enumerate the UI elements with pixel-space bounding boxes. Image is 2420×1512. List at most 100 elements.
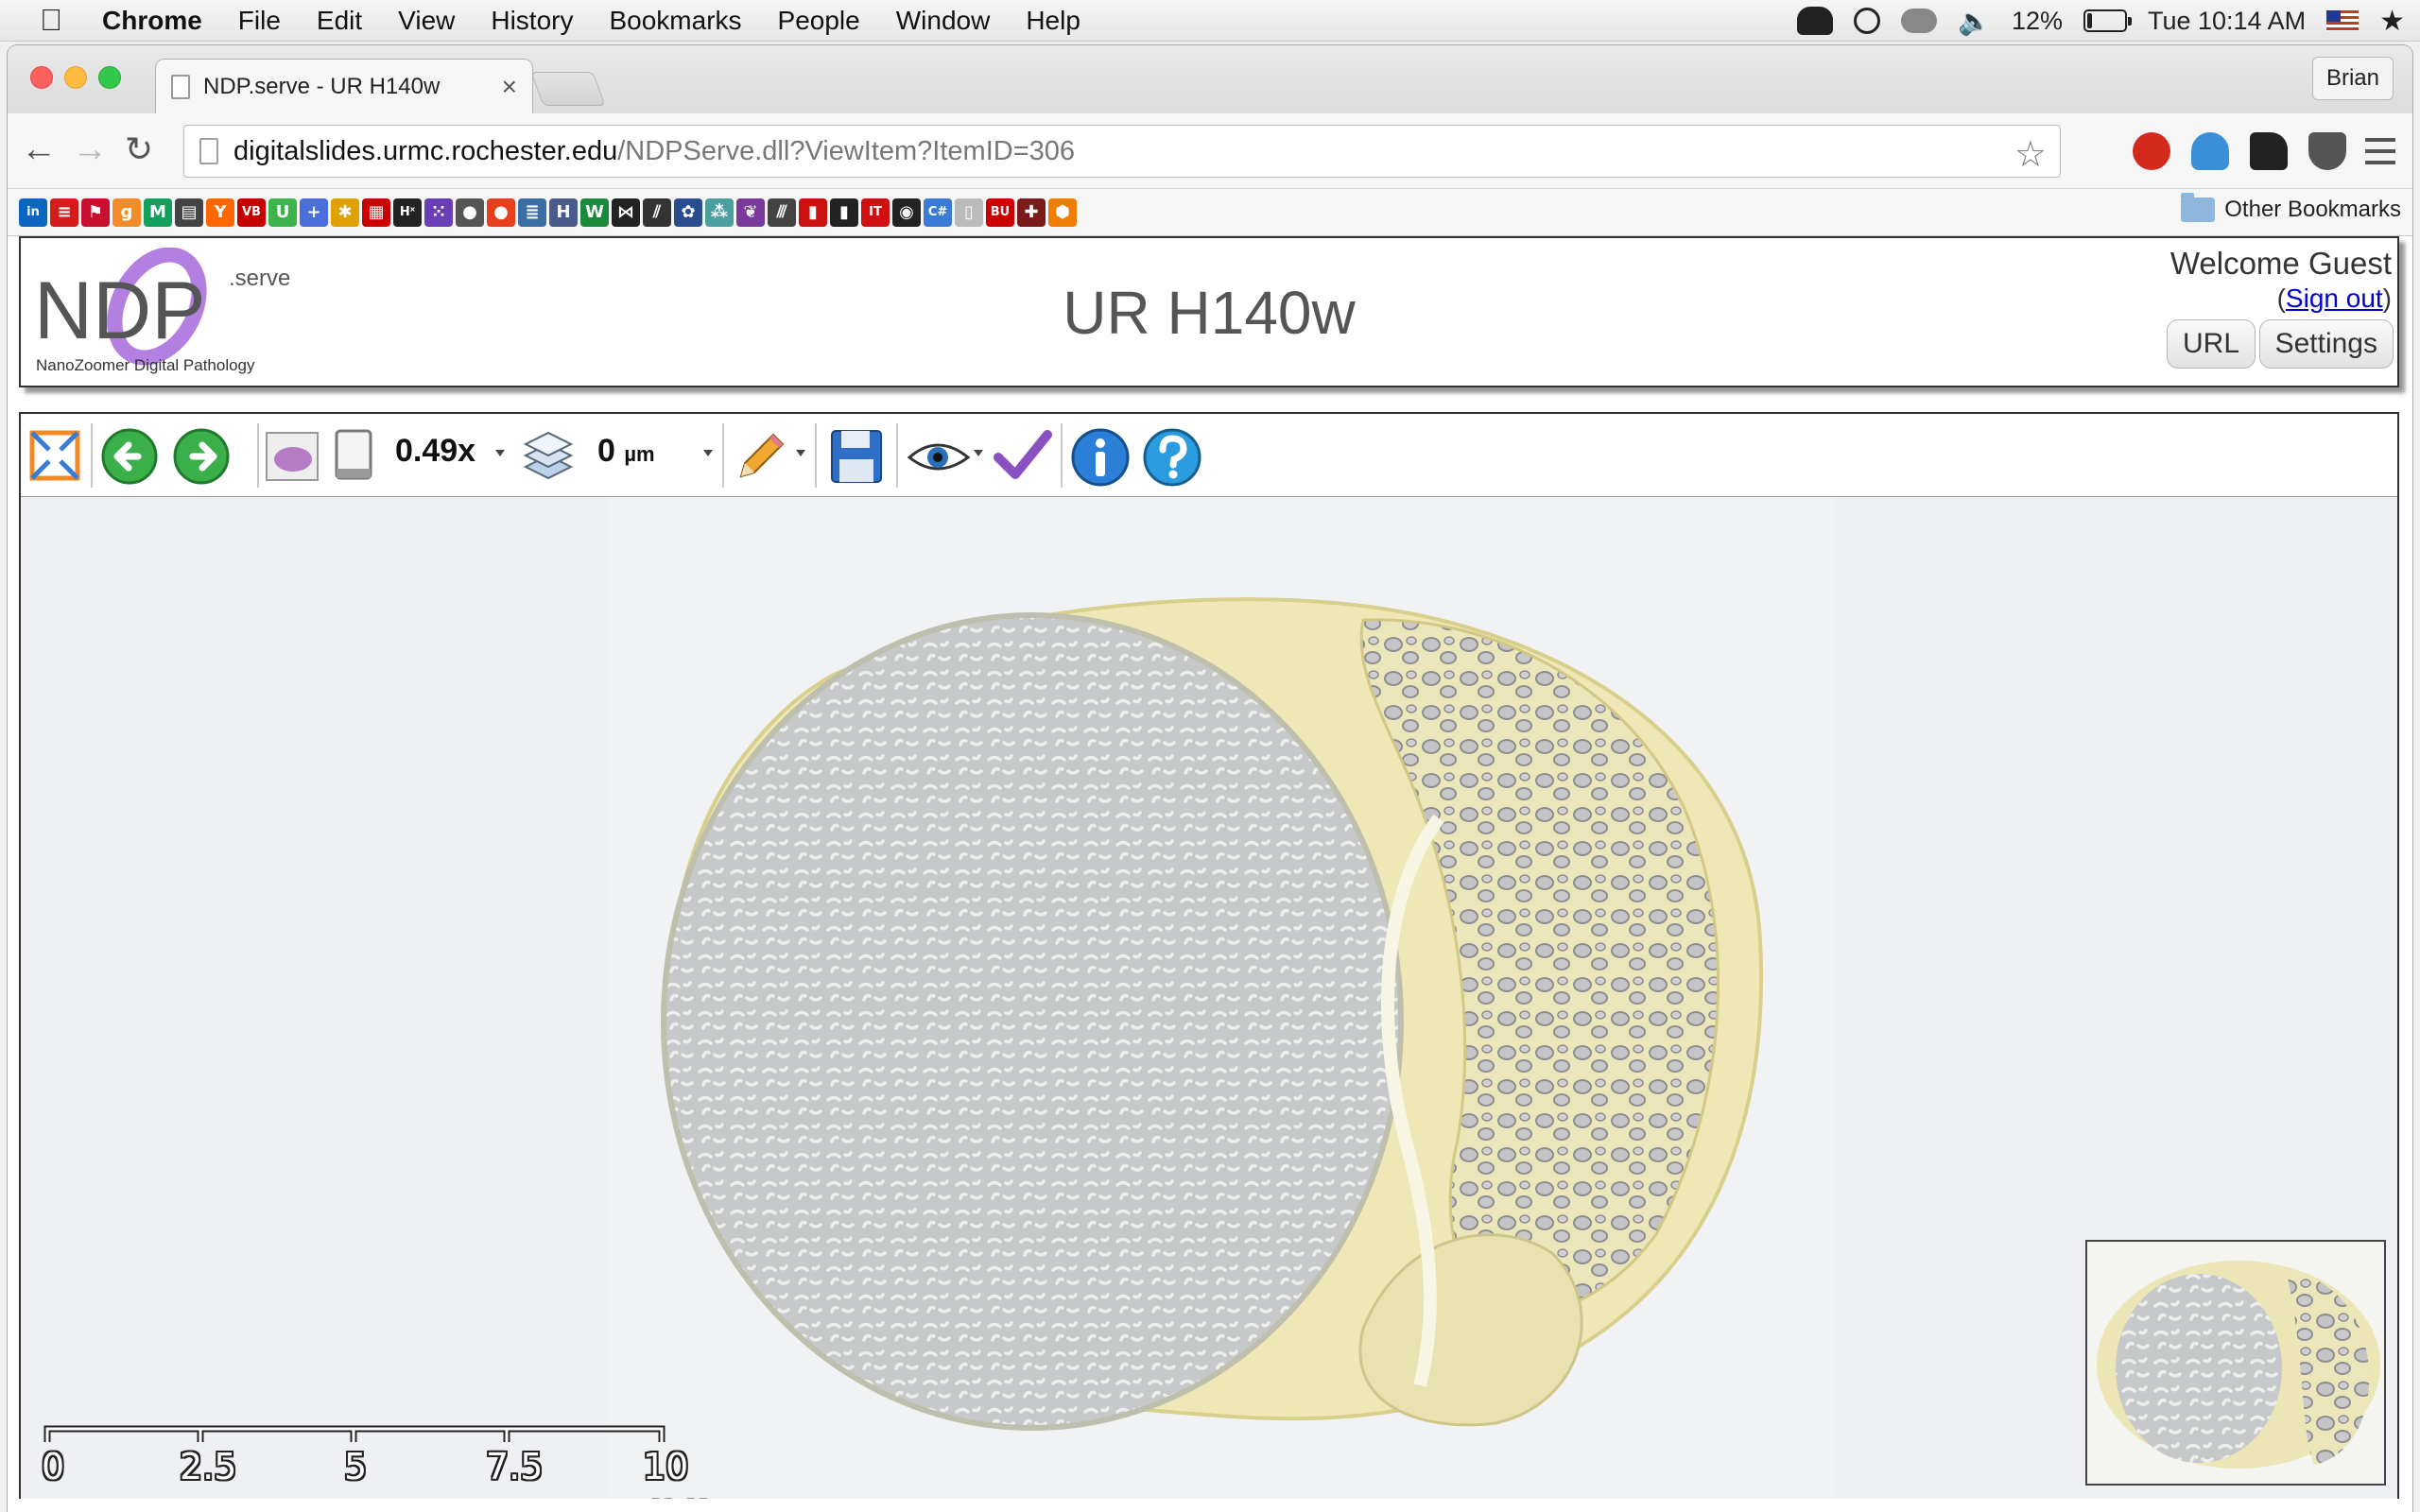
focus-depth[interactable]: 0 µm (597, 433, 655, 470)
bookmark-globe-icon[interactable]: ◉ (892, 198, 921, 227)
focus-depth-value: 0 (597, 433, 615, 469)
focus-dropdown-icon[interactable] (703, 450, 713, 456)
adblock-stop-icon[interactable] (2133, 132, 2170, 170)
bookmark-bars-red-icon[interactable]: ▮ (799, 198, 827, 227)
bookmark-bowtie-icon[interactable]: ⋈ (612, 198, 640, 227)
clock[interactable]: Tue 10:14 AM (2148, 7, 2306, 36)
window-zoom-button[interactable] (98, 66, 121, 89)
horse-extension-icon[interactable] (2250, 132, 2288, 170)
bookmark-hx-icon[interactable]: Hˣ (393, 198, 422, 227)
bookmark-dots-icon[interactable]: ⁙ (424, 198, 453, 227)
new-tab-button[interactable] (530, 72, 606, 106)
profile-button[interactable]: Brian (2311, 57, 2394, 100)
bookmark-octopus-icon[interactable]: ✿ (674, 198, 702, 227)
battery-icon[interactable] (2083, 9, 2132, 32)
bookmark-stripes-icon[interactable]: ⫽ (643, 198, 671, 227)
bookmark-it-icon[interactable]: IT (861, 198, 890, 227)
window-minimize-button[interactable] (64, 66, 87, 89)
menu-people[interactable]: People (778, 6, 860, 36)
bookmark-tomato-icon[interactable]: ● (487, 198, 515, 227)
bookmark-cross-icon[interactable]: ✚ (1017, 198, 1046, 227)
bookmark-h-box-icon[interactable]: H (549, 198, 578, 227)
bookmark-ycombinator-icon[interactable]: Y (206, 198, 234, 227)
bookmark-feather-icon[interactable]: ❦ (736, 198, 765, 227)
slide-glass-icon[interactable] (329, 427, 378, 486)
bookmark-bofa-icon[interactable]: ⚑ (81, 198, 110, 227)
checkmark-icon[interactable] (993, 427, 1053, 486)
apple-menu-icon[interactable]:  (23, 3, 79, 38)
welcome-text: Welcome Guest (2169, 246, 2392, 281)
window-close-button[interactable] (30, 66, 53, 89)
folder-icon (2181, 193, 2216, 222)
bookmark-linkedin-icon[interactable]: in (19, 198, 47, 227)
tissue-section-image[interactable] (21, 497, 2397, 1499)
bookmark-lines-icon[interactable]: ⫻ (768, 198, 796, 227)
bookmark-news-icon[interactable]: ▤ (175, 198, 203, 227)
menu-edit[interactable]: Edit (317, 6, 362, 36)
address-bar[interactable]: digitalslides.urmc.rochester.edu/NDPServ… (183, 125, 2061, 178)
next-arrow-icon[interactable] (172, 427, 231, 486)
bookmark-hexagon-icon[interactable]: ⬢ (1048, 198, 1077, 227)
annotate-pencil-icon[interactable] (732, 427, 790, 486)
view-eye-icon[interactable] (906, 427, 972, 486)
bookmark-u-icon[interactable]: U (268, 198, 297, 227)
previous-arrow-icon[interactable] (100, 427, 159, 486)
bookmark-g-icon[interactable]: g (112, 198, 141, 227)
bookmark-m-icon[interactable]: M (144, 198, 172, 227)
bookmark-plus-icon[interactable]: + (300, 198, 328, 227)
chrome-menu-icon[interactable] (2365, 138, 2395, 164)
focus-layers-icon[interactable] (520, 427, 577, 486)
bookmark-bu-icon[interactable]: BU (986, 198, 1014, 227)
slide-image-area[interactable]: 0 2.5 5 7.5 10 mm (21, 497, 2397, 1499)
slide-thumbnail-icon[interactable] (263, 427, 321, 486)
menu-file[interactable]: File (238, 6, 281, 36)
bookmark-chart-green-icon[interactable]: W (580, 198, 609, 227)
menu-help[interactable]: Help (1026, 6, 1080, 36)
menu-app-chrome[interactable]: Chrome (102, 6, 202, 36)
star-menu-icon[interactable]: ★ (2379, 5, 2405, 38)
us-flag-input-icon[interactable] (2326, 10, 2360, 31)
url-button[interactable]: URL (2166, 319, 2256, 369)
bookmark-star-icon[interactable]: ☆ (2014, 133, 2047, 176)
menu-history[interactable]: History (491, 6, 573, 36)
url-host: digitalslides.urmc.rochester.edu (233, 135, 618, 166)
bookmark-candle-icon[interactable]: ▮ (830, 198, 858, 227)
bookmark-database-icon[interactable]: ≣ (518, 198, 546, 227)
menu-window[interactable]: Window (896, 6, 991, 36)
y-extension-icon[interactable] (2191, 132, 2229, 170)
view-dropdown-icon[interactable] (974, 450, 983, 456)
help-icon[interactable] (1142, 427, 1202, 488)
signout-close-paren: ) (2382, 284, 2392, 313)
other-bookmarks[interactable]: Other Bookmarks (2181, 193, 2401, 223)
bookmark-pinwheel-icon[interactable]: ✱ (331, 198, 359, 227)
fit-to-screen-icon[interactable] (26, 427, 83, 484)
browser-tab[interactable]: NDP.serve - UR H140w × (155, 59, 533, 113)
bookmark-csharp-icon[interactable]: C# (924, 198, 952, 227)
reload-icon[interactable]: ↻ (125, 130, 153, 168)
pocket-icon[interactable] (2308, 132, 2346, 170)
menu-view[interactable]: View (398, 6, 455, 36)
bookmark-vb-icon[interactable]: VB (237, 198, 266, 227)
bookmark-press-icon[interactable]: ● (456, 198, 484, 227)
volume-icon[interactable]: 🔈 (1958, 6, 1991, 37)
do-not-disturb-icon[interactable] (1854, 8, 1881, 34)
bookmark-molecule-icon[interactable]: ⁂ (705, 198, 734, 227)
overview-thumbnail[interactable] (2085, 1240, 2386, 1486)
bookmark-blank-icon[interactable]: ▯ (955, 198, 983, 227)
bookmark-grid-icon[interactable]: ▦ (362, 198, 390, 227)
forward-arrow-icon[interactable]: → (72, 130, 108, 168)
annotate-dropdown-icon[interactable] (796, 450, 805, 456)
zoom-dropdown-icon[interactable] (495, 450, 505, 456)
cloud-sync-icon[interactable] (1901, 9, 1938, 33)
bookmark-stack-icon[interactable]: ≡ (50, 198, 78, 227)
back-arrow-icon[interactable]: ← (21, 130, 57, 168)
page-info-icon[interactable] (199, 138, 218, 164)
info-icon[interactable] (1070, 427, 1131, 488)
zoom-level[interactable]: 0.49x (395, 433, 475, 470)
save-floppy-icon[interactable] (826, 427, 885, 486)
elephant-icon[interactable] (1797, 7, 1834, 35)
sign-out-link[interactable]: Sign out (2286, 284, 2383, 313)
menu-bookmarks[interactable]: Bookmarks (609, 6, 741, 36)
tab-close-icon[interactable]: × (502, 72, 517, 102)
settings-button[interactable]: Settings (2258, 319, 2394, 369)
